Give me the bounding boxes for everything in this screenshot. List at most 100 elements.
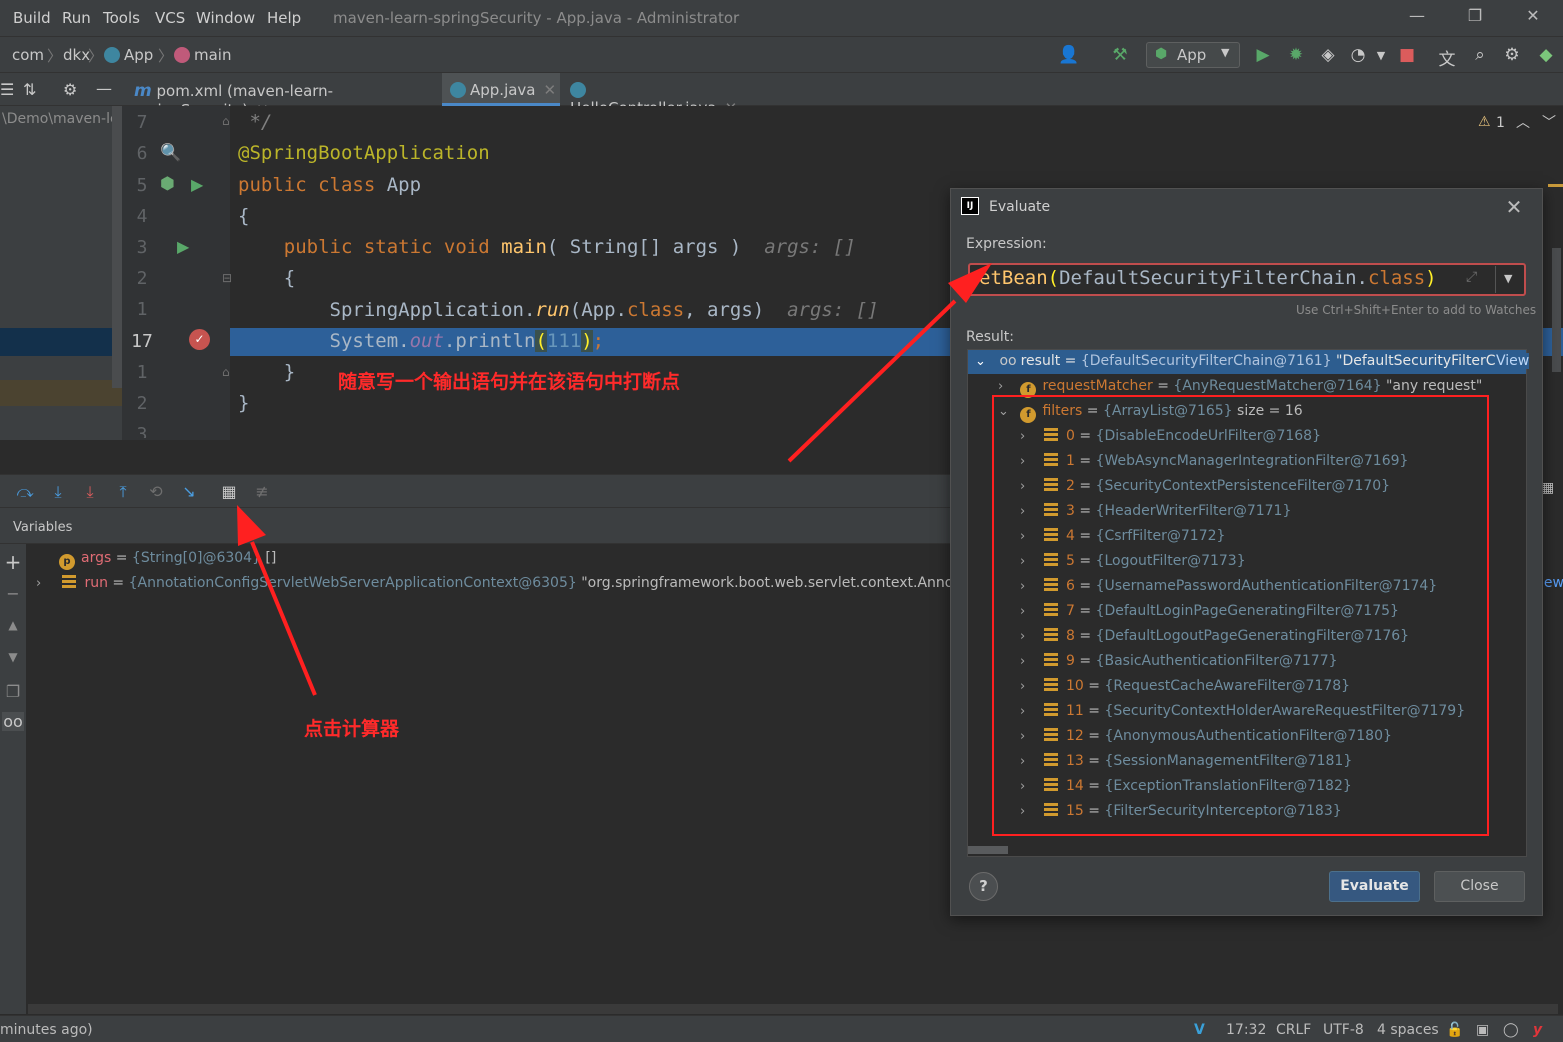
breadcrumb-main[interactable]: main	[174, 46, 231, 64]
project-scrollbar[interactable]	[112, 106, 122, 388]
watch-hint: Use Ctrl+Shift+Enter to add to Watches	[1296, 303, 1537, 317]
drop-frame-icon[interactable]: ⟲	[145, 482, 167, 501]
filters-highlight-box	[992, 395, 1489, 836]
run-configuration-select[interactable]: ⬢ App ▼	[1146, 42, 1240, 68]
result-horizontal-scrollbar[interactable]	[968, 846, 1008, 854]
stop-icon[interactable]: ■	[1396, 45, 1418, 65]
run-gutter-icon[interactable]: ▶	[191, 175, 203, 194]
menu-vcs[interactable]: VCS	[155, 9, 185, 27]
view-link[interactable]: iew	[1540, 575, 1563, 591]
restore-button[interactable]: ❐	[1460, 6, 1490, 30]
result-root-row[interactable]: ⌄ oo result = {DefaultSecurityFilterChain…	[975, 353, 1526, 369]
collapse-all-icon[interactable]: ☰	[0, 80, 14, 99]
spring-app-icon[interactable]: ⬢	[160, 174, 175, 194]
tab-hello-controller[interactable]: HelloController.java✕	[564, 73, 754, 117]
menu-run[interactable]: Run	[62, 9, 91, 27]
add-watch-icon[interactable]: +	[2, 550, 24, 574]
translate-icon[interactable]: 文	[1436, 45, 1458, 70]
profile-icon[interactable]: ◔	[1347, 45, 1369, 65]
run-to-cursor-icon[interactable]: ↘	[178, 482, 200, 501]
history-dropdown-icon[interactable]: ▼	[1504, 272, 1512, 285]
remove-watch-icon[interactable]: −	[2, 584, 24, 603]
project-path[interactable]: \Demo\maven-lea	[2, 111, 120, 127]
terminal-icon[interactable]: ▣	[1476, 1022, 1489, 1038]
fold-icon[interactable]: ⌂	[222, 365, 230, 379]
code-line: SpringApplication.run(App.class, args) a…	[238, 299, 879, 321]
tab-app-java[interactable]: App.java ✕	[442, 73, 560, 106]
vcs-icon[interactable]: V	[1194, 1022, 1205, 1038]
hide-panel-icon[interactable]: —	[96, 79, 112, 98]
file-encoding[interactable]: UTF-8	[1323, 1022, 1364, 1038]
evaluate-dialog-title: Evaluate	[989, 199, 1051, 215]
editor-tab-bar: ☰ ⇅ ⚙ — m pom.xml (maven-learn-springSec…	[0, 72, 1563, 119]
more-run-chevron-icon[interactable]: ▼	[1370, 49, 1392, 62]
breakpoint-icon[interactable]: ✓	[189, 329, 210, 350]
run-gutter-icon[interactable]: ▶	[177, 237, 189, 256]
warning-count[interactable]: 1	[1496, 115, 1505, 131]
expression-text[interactable]: etBean(DefaultSecurityFilterChain.class)	[979, 267, 1437, 289]
fold-icon[interactable]: ⌂	[222, 114, 230, 128]
line-number: 3	[136, 424, 148, 438]
step-into-icon[interactable]: ⤓	[47, 482, 69, 502]
variable-row-run[interactable]: › run = {AnnotationConfigServletWebServe…	[36, 575, 950, 591]
calculator-icon[interactable]: ▦	[218, 482, 240, 501]
spring-bean-icon[interactable]: 🔍	[160, 143, 181, 163]
step-out-icon[interactable]: ⤒	[112, 482, 134, 502]
breadcrumb-app[interactable]: App	[104, 46, 153, 64]
variable-row-args[interactable]: p args = {String[0]@6304} []	[59, 550, 276, 570]
code-line: {	[238, 267, 296, 289]
gear-icon[interactable]: ⚙	[1501, 45, 1523, 65]
line-separator[interactable]: CRLF	[1276, 1022, 1311, 1038]
move-down-icon[interactable]: ▼	[2, 650, 24, 664]
plugin-icon[interactable]: ◆	[1535, 45, 1557, 65]
expand-arrow-icon[interactable]: ›	[36, 576, 50, 591]
warning-icon[interactable]: ⚠	[1478, 114, 1491, 130]
close-tab-icon[interactable]: ✕	[544, 81, 557, 99]
tab-pom-xml[interactable]: m pom.xml (maven-learn-springSecurity)✕	[128, 73, 438, 119]
breadcrumb-dkx[interactable]: dkx	[63, 46, 90, 64]
move-up-icon[interactable]: ▲	[2, 618, 24, 632]
previous-highlight-icon[interactable]: ︿	[1516, 112, 1530, 132]
collapse-arrow-icon[interactable]: ⌄	[975, 354, 989, 369]
evaluate-button[interactable]: Evaluate	[1329, 871, 1420, 902]
expand-arrow-icon[interactable]: ›	[998, 379, 1012, 394]
settings-gear-icon[interactable]: ⚙	[63, 80, 77, 99]
run-icon[interactable]: ▶	[1252, 45, 1274, 65]
menu-tools[interactable]: Tools	[103, 9, 140, 27]
navigation-bar: com 〉 dkx 〉 App 〉 main 👤 ⚒ ⬢ App ▼ ▶ ✹ ◈…	[0, 36, 1563, 72]
coverage-icon[interactable]: ◈	[1317, 45, 1339, 65]
line-number-current: 17	[131, 331, 153, 352]
caret-position[interactable]: 17:32	[1226, 1022, 1266, 1038]
debug-horizontal-scrollbar[interactable]	[28, 1004, 1558, 1014]
expand-editor-icon[interactable]: ⤢	[1466, 269, 1477, 285]
close-icon[interactable]: ✕	[1502, 195, 1526, 219]
breadcrumb-com[interactable]: com	[12, 46, 44, 64]
notifications-icon[interactable]: ◯	[1503, 1022, 1519, 1038]
step-over-icon[interactable]: ⤼	[14, 482, 36, 502]
user-icon[interactable]: 👤	[1058, 45, 1080, 65]
menu-build[interactable]: Build	[13, 9, 51, 27]
debug-icon[interactable]: ✹	[1285, 45, 1307, 65]
indent-setting[interactable]: 4 spaces	[1377, 1022, 1439, 1038]
watches-glasses-icon[interactable]: oo	[2, 712, 24, 731]
help-button[interactable]: ?	[969, 872, 998, 901]
youdao-icon[interactable]: y	[1533, 1022, 1542, 1038]
close-button[interactable]: Close	[1434, 871, 1525, 902]
line-number: 1	[136, 299, 148, 320]
next-highlight-icon[interactable]: ﹀	[1542, 112, 1556, 132]
expand-icon[interactable]: ⇅	[23, 80, 36, 99]
lock-icon[interactable]: 🔓	[1446, 1022, 1463, 1038]
close-window-button[interactable]: ✕	[1518, 6, 1548, 30]
editor-scrollbar[interactable]	[1552, 248, 1561, 372]
status-message[interactable]: minutes ago)	[0, 1022, 93, 1038]
minimize-button[interactable]: —	[1402, 6, 1432, 30]
copy-icon[interactable]: ❐	[2, 682, 24, 701]
fold-icon[interactable]: ⊟	[222, 271, 232, 285]
menu-window[interactable]: Window	[196, 9, 255, 27]
result-view-link[interactable]: View	[1496, 353, 1530, 369]
search-icon[interactable]: ⌕	[1469, 45, 1491, 65]
trace-stream-icon[interactable]: ≢	[251, 482, 273, 501]
build-hammer-icon[interactable]: ⚒	[1109, 45, 1131, 65]
menu-help[interactable]: Help	[267, 9, 301, 27]
force-step-into-icon[interactable]: ⤓	[79, 482, 101, 502]
